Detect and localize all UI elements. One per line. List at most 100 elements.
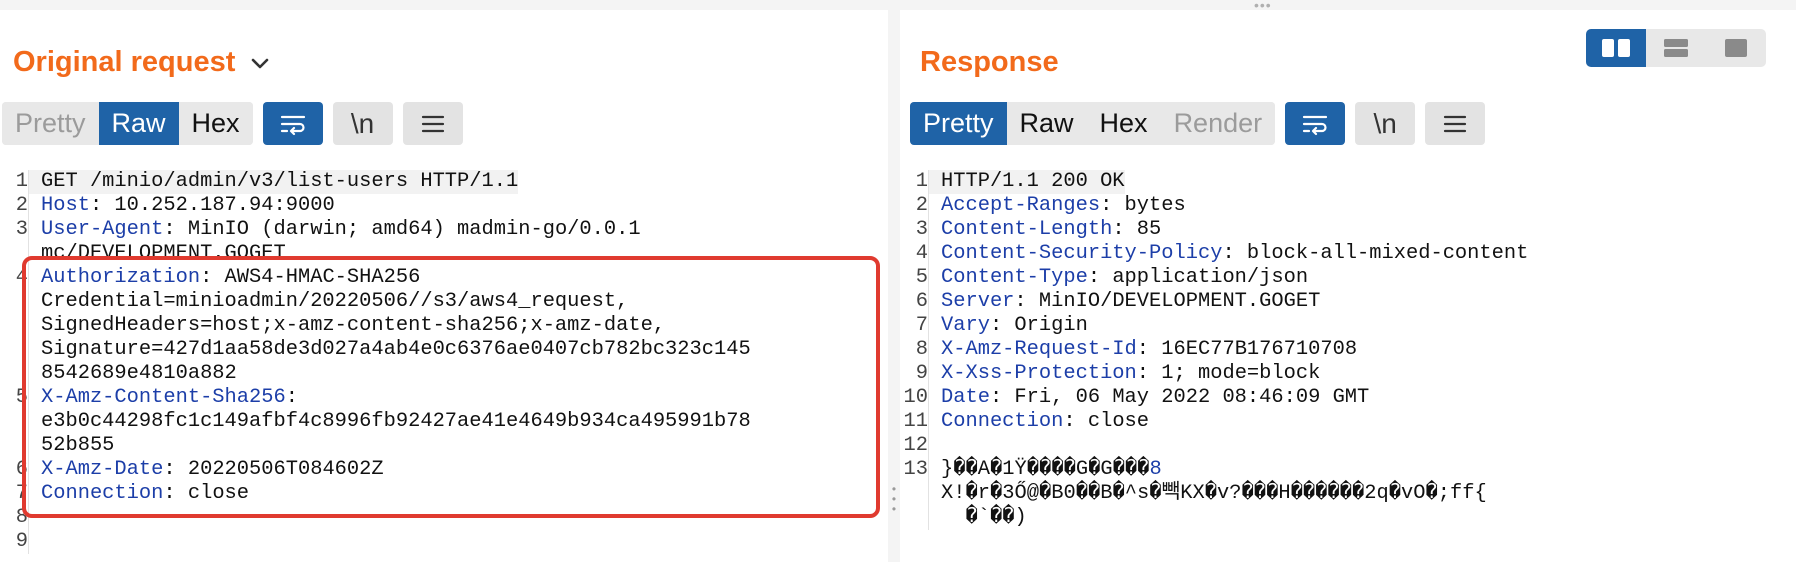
show-newlines-button[interactable]: \n (1355, 102, 1416, 145)
header-value: : Fri, 06 May 2022 08:46:09 GMT (989, 386, 1370, 409)
editor-line: 6 Server: MinIO/DEVELOPMENT.GOGET (900, 290, 1796, 314)
line-content: X-Amz-Request-Id: 16EC77B176710708 (928, 338, 1357, 362)
line-content: }��A�1Ÿ����G�G���8 (928, 458, 1162, 482)
menu-button[interactable] (1425, 102, 1486, 145)
line-content: �`��) (928, 506, 1027, 530)
rows-icon (1664, 39, 1688, 57)
line-number (900, 506, 928, 530)
header-name: X-Xss-Protection (941, 362, 1137, 385)
word-wrap-icon (1303, 115, 1328, 135)
editor-line: 3 User-Agent: MinIO (darwin; amd64) madmi… (0, 218, 870, 242)
response-toolbar: Pretty Raw Hex Render \n (910, 101, 1486, 146)
line-content: Content-Security-Policy: block-all-mixed… (928, 242, 1528, 266)
single-pane-icon (1725, 39, 1747, 57)
line-content: Date: Fri, 06 May 2022 08:46:09 GMT (928, 386, 1369, 410)
line-content (28, 530, 41, 554)
response-pane: Response Pretty Raw Hex Render \n 1 HTTP… (900, 10, 1796, 562)
line-content (928, 434, 941, 458)
request-title-text: Original request (13, 46, 236, 78)
line-content: User-Agent: MinIO (darwin; amd64) madmin… (28, 218, 641, 242)
line-content: Content-Type: application/json (928, 266, 1308, 290)
tab-pretty[interactable]: Pretty (2, 102, 99, 145)
line-number: 3 (15, 218, 28, 241)
menu-button[interactable] (402, 102, 463, 145)
header-name: Vary (941, 314, 990, 337)
layout-single-button[interactable] (1706, 29, 1766, 67)
line-number: 8 (915, 338, 928, 361)
editor-line: 2 Accept-Ranges: bytes (900, 194, 1796, 218)
header-name: Content-Security-Policy (941, 242, 1223, 265)
tab-render[interactable]: Render (1160, 102, 1276, 145)
editor-line: 13}��A�1Ÿ����G�G���8 (900, 458, 1796, 482)
response-title: Response (920, 46, 1059, 79)
layout-switch (1586, 29, 1766, 67)
word-wrap-icon (280, 115, 305, 135)
editor-line: X!�r�3Ő@�B0��B�^s�빽KX�v?���H������2q�vO�… (900, 482, 1796, 506)
header-name: Accept-Ranges (941, 194, 1101, 217)
header-value: : 85 (1112, 218, 1162, 241)
line-content: HTTP/1.1 200 OK (928, 170, 1125, 194)
line-number: 9 (15, 530, 28, 553)
word-wrap-button[interactable] (262, 102, 323, 145)
line-number: 2 (15, 194, 28, 217)
tab-hex[interactable]: Hex (178, 102, 253, 145)
editor-line: �`��) (900, 506, 1796, 530)
tab-raw[interactable]: Raw (1006, 102, 1087, 145)
line-content: Connection: close (928, 410, 1149, 434)
hamburger-icon (1444, 115, 1467, 132)
tab-hex[interactable]: Hex (1086, 102, 1161, 145)
editor-line: 3 Content-Length: 85 (900, 218, 1796, 242)
layout-stacked-button[interactable] (1646, 29, 1706, 67)
columns-icon (1602, 39, 1630, 57)
response-title-text: Response (920, 46, 1059, 78)
layout-side-by-side-button[interactable] (1586, 29, 1646, 67)
header-value: : close (1063, 410, 1150, 433)
response-view-tabs: Pretty Raw Hex Render (910, 102, 1276, 145)
line-number: 4 (915, 242, 928, 265)
line-number: 1 (15, 170, 28, 193)
response-editor[interactable]: 1 HTTP/1.1 200 OK 2 Accept-Ranges: bytes 3 Co… (900, 170, 1796, 562)
header-name: Host (41, 194, 90, 217)
line-number: 13 (903, 458, 928, 481)
hamburger-icon (421, 115, 444, 132)
header-value: : application/json (1087, 266, 1309, 289)
editor-line: 11 Connection: close (900, 410, 1796, 434)
highlight-box (22, 256, 880, 518)
word-wrap-button[interactable] (1285, 102, 1346, 145)
line-number: 10 (903, 386, 928, 409)
request-view-tabs: Pretty Raw Hex (2, 102, 253, 145)
header-name: Connection (941, 410, 1064, 433)
pane-divider[interactable] (888, 0, 900, 562)
editor-line: 2 Host: 10.252.187.94:9000 (0, 194, 870, 218)
line-number: 1 (915, 170, 928, 193)
line-number (900, 482, 928, 506)
header-value: : 16EC77B176710708 (1136, 338, 1358, 361)
line-content: X!�r�3Ő@�B0��B�^s�빽KX�v?���H������2q�vO�… (928, 482, 1487, 506)
header-value: : block-all-mixed-content (1222, 242, 1529, 265)
line-content: Server: MinIO/DEVELOPMENT.GOGET (928, 290, 1320, 314)
header-name: Server (941, 290, 1015, 313)
line-number: 5 (915, 266, 928, 289)
tab-pretty[interactable]: Pretty (910, 102, 1007, 145)
line-text: X!�r�3Ő@�B0��B�^s�빽KX�v?���H������2q�vO�… (941, 482, 1487, 505)
line-text: �`��) (941, 506, 1027, 529)
request-pane: Original request Pretty Raw Hex \n 1 GET … (0, 10, 888, 562)
header-value: : MinIO/DEVELOPMENT.GOGET (1014, 290, 1321, 313)
editor-line: 5 Content-Type: application/json (900, 266, 1796, 290)
line-number: 11 (903, 410, 928, 433)
line-number: 9 (915, 362, 928, 385)
editor-line: 12 (900, 434, 1796, 458)
tab-raw[interactable]: Raw (98, 102, 179, 145)
line-tail: 8 (1149, 458, 1162, 481)
line-number: 6 (915, 290, 928, 313)
chevron-down-icon[interactable] (249, 52, 271, 74)
line-text: }��A�1Ÿ����G�G��� (941, 458, 1150, 481)
show-newlines-button[interactable]: \n (332, 102, 393, 145)
line-text: HTTP/1.1 200 OK (941, 170, 1125, 193)
divider-handle-icon[interactable]: • • • (890, 483, 898, 515)
header-value: : 1; mode=block (1136, 362, 1321, 385)
editor-line: 9 (0, 530, 870, 554)
line-number: 2 (915, 194, 928, 217)
editor-line: 10 Date: Fri, 06 May 2022 08:46:09 GMT (900, 386, 1796, 410)
line-content: X-Xss-Protection: 1; mode=block (928, 362, 1320, 386)
